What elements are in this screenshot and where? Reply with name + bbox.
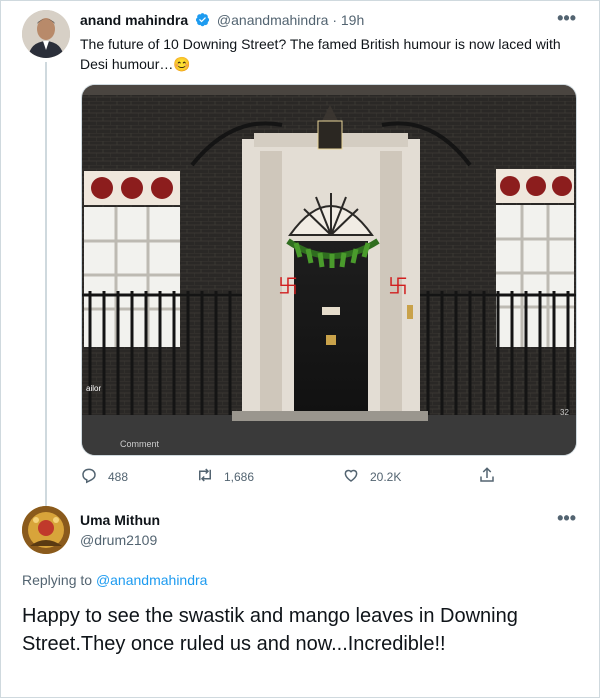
image-caption-comment: Comment [120,439,160,449]
swastik-symbol-right: 卐 [388,274,408,298]
image-caption-right: 32 [560,408,569,417]
reply-more-options-icon[interactable]: ••• [557,508,576,529]
reply-count: 488 [108,469,129,484]
retweet-count: 1,686 [224,469,255,484]
reply-button[interactable]: 488 [80,466,128,487]
timestamp[interactable]: 19h [341,12,364,28]
reply-author-handle[interactable]: @drum2109 [80,532,157,548]
tweet-text: The future of 10 Downing Street? The fam… [80,36,561,72]
reply-avatar[interactable] [22,506,70,554]
replying-to: Replying to @anandmahindra [22,572,207,588]
replying-to-handle-link[interactable]: @anandmahindra [96,572,208,588]
image-caption-left: ailor [86,384,101,393]
verified-icon [195,12,210,27]
reply-icon [80,466,98,487]
thread-line [45,62,47,507]
tweet-image[interactable]: 卐 卐 ailor Comment 32 [81,84,577,456]
more-options-icon[interactable]: ••• [557,8,576,29]
avatar[interactable] [22,10,70,58]
share-button[interactable] [478,466,496,487]
like-count: 20.2K [370,469,402,484]
tweet-header: anand mahindra @anandmahindra · 19h [80,12,364,28]
like-button[interactable]: 20.2K [342,466,401,487]
separator: · [332,12,337,28]
retweet-button[interactable]: 1,686 [196,466,254,487]
replying-to-label: Replying to [22,572,93,588]
author-handle[interactable]: @anandmahindra [217,12,329,28]
reply-text: Happy to see the swastik and mango leave… [22,605,518,655]
reply-author-name[interactable]: Uma Mithun [80,512,160,528]
like-icon [342,466,360,487]
share-icon [478,466,496,487]
retweet-icon [196,466,214,487]
author-name[interactable]: anand mahindra [80,12,188,28]
tweet-actions: 488 1,686 20.2K [80,466,500,488]
swastik-symbol-left: 卐 [278,274,298,298]
